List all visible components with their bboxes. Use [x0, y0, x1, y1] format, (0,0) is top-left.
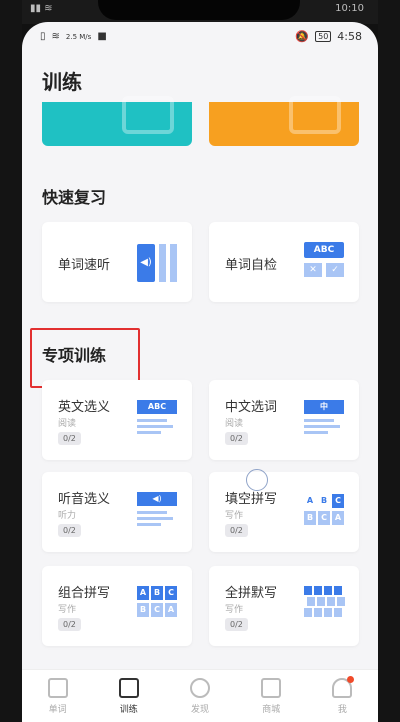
quick-review-title: 快速复习: [42, 188, 107, 207]
progress-badge: 0/2: [58, 618, 81, 631]
touch-indicator: [246, 469, 268, 491]
tab-store[interactable]: 商城: [236, 670, 307, 722]
card-label: 填空拼写: [225, 492, 278, 507]
compass-icon: [190, 678, 210, 698]
card-label: 英文选义: [58, 400, 111, 415]
tab-training[interactable]: 训练: [93, 670, 164, 722]
page-title: 训练: [42, 70, 82, 94]
banner-card-teal[interactable]: [42, 96, 192, 146]
device-signal-icon: ▮▮ ≋: [30, 3, 53, 14]
card-en-choose-meaning[interactable]: 英文选义 阅读 0/2 ABC: [42, 380, 192, 460]
card-fill-spelling[interactable]: 填空拼写 写作 0/2 A B C B C A: [209, 472, 359, 552]
card-label: 组合拼写: [58, 586, 111, 601]
tab-label: 我: [337, 705, 347, 715]
card-word-selfcheck[interactable]: 单词自检 ABC ✕ ✓: [209, 222, 359, 302]
card-sub: 听力: [58, 511, 77, 521]
keyboard-icon: [304, 586, 345, 617]
wifi-icon: ≋: [51, 31, 60, 42]
special-training-title: 专项训练: [42, 346, 107, 365]
card-sub: 写作: [225, 511, 244, 521]
card-sub: 写作: [225, 605, 244, 615]
progress-badge: 0/2: [225, 432, 248, 445]
progress-badge: 0/2: [58, 524, 81, 537]
card-sub: 阅读: [58, 419, 77, 429]
edit-icon: [118, 678, 139, 698]
book-icon: [47, 678, 68, 698]
card-listen-choose-meaning[interactable]: 听音选义 听力 0/2 ◀): [42, 472, 192, 552]
banner-card-orange[interactable]: [209, 96, 359, 146]
card-word-listen[interactable]: 单词速听 ◀): [42, 222, 192, 302]
app-notification-icon: ■: [97, 31, 107, 42]
tab-label: 单词: [48, 705, 67, 715]
sim-icon: ▯: [40, 31, 46, 42]
network-speed: 2.5 M/s: [65, 32, 92, 41]
card-full-dictation[interactable]: 全拼默写 写作 0/2: [209, 566, 359, 646]
tv-icon: [122, 96, 174, 134]
tab-label: 发现: [191, 705, 210, 715]
card-sub: 写作: [58, 605, 77, 615]
store-icon: [261, 678, 282, 698]
tab-me[interactable]: 我: [307, 670, 378, 722]
phone-bezel-left: [0, 0, 22, 722]
tab-discover[interactable]: 发现: [164, 670, 235, 722]
status-bar: ▯ ≋ 2.5 M/s ■ 🔕 50 4:58: [22, 22, 378, 52]
progress-badge: 0/2: [225, 618, 248, 631]
fh-icon: [289, 96, 341, 134]
letter-grid-icon: A B C B C A: [304, 494, 344, 525]
mute-icon: 🔕: [295, 30, 310, 43]
bottom-tab-bar: 单词 训练 发现 商城 我: [22, 669, 378, 722]
letter-blocks-icon: A B C B C A: [137, 586, 177, 617]
camera-notch: [98, 0, 300, 20]
abc-lines-icon: ABC: [137, 400, 177, 434]
tab-words[interactable]: 单词: [22, 670, 93, 722]
card-cn-choose-word[interactable]: 中文选词 阅读 0/2 中: [209, 380, 359, 460]
notification-dot: [347, 676, 355, 683]
tab-label: 训练: [119, 705, 138, 715]
app-screen: ▯ ≋ 2.5 M/s ■ 🔕 50 4:58 训练 快速复习 单词速听 ◀) …: [22, 22, 378, 722]
progress-badge: 0/2: [58, 432, 81, 445]
card-label: 全拼默写: [225, 586, 278, 601]
card-sub: 阅读: [225, 419, 244, 429]
status-time: 4:58: [337, 30, 362, 43]
device-time: 10:10: [335, 3, 364, 14]
card-label: 听音选义: [58, 492, 111, 507]
tab-label: 商城: [262, 705, 281, 715]
card-combine-spelling[interactable]: 组合拼写 写作 0/2 A B C B C A: [42, 566, 192, 646]
card-label: 单词自检: [225, 258, 278, 273]
card-label: 单词速听: [58, 258, 111, 273]
abc-check-icon: ABC ✕ ✓: [304, 242, 344, 277]
battery-icon: 50: [315, 31, 332, 42]
phone-bezel-right: [378, 0, 400, 722]
chinese-lines-icon: 中: [304, 400, 344, 434]
card-label: 中文选词: [225, 400, 278, 415]
progress-badge: 0/2: [225, 524, 248, 537]
speaker-lines-icon: ◀): [137, 492, 177, 526]
